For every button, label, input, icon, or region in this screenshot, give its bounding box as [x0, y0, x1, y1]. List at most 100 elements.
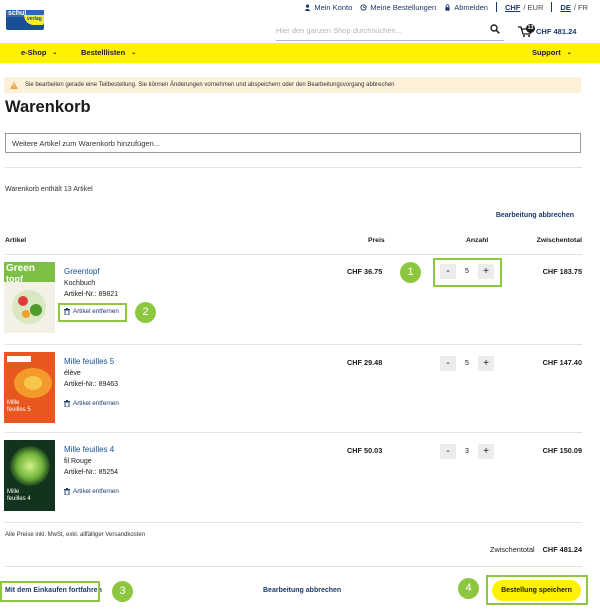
cover-title: Mille: [7, 489, 20, 495]
item-subtotal: CHF 150.09: [542, 446, 582, 455]
trash-icon: [64, 400, 70, 407]
menu-support[interactable]: Support ⌄: [532, 48, 572, 57]
item-price: CHF 29.48: [347, 358, 383, 367]
cover-subtitle: feuilles 4: [7, 496, 31, 502]
brand-logo-text: schul: [8, 10, 27, 17]
callout-marker-1: 1: [400, 262, 421, 283]
column-header-article: Artikel: [5, 237, 27, 244]
item-subtotal: CHF 183.75: [542, 267, 582, 276]
grand-total-value: CHF 481.24: [542, 545, 582, 554]
product-subtitle: élève: [64, 370, 81, 377]
currency-switch[interactable]: CHF / EUR: [505, 3, 543, 12]
decrease-quantity-button[interactable]: -: [440, 444, 456, 459]
cover-subtitle: topf: [6, 274, 23, 284]
product-cover-mille-feuilles-5[interactable]: Mille feuilles 5: [4, 352, 55, 423]
column-header-quantity: Anzahl: [466, 237, 489, 244]
cancel-edit-link[interactable]: Bearbeitung abbrechen: [496, 212, 574, 219]
product-name-link[interactable]: Greentopf: [64, 267, 100, 276]
cart-count-badge: 13: [526, 24, 535, 33]
account-label: Mein Konto: [314, 2, 353, 12]
product-number: Artikel-Nr.: 85254: [64, 469, 119, 476]
top-navigation: Mein Konto Meine Bestellungen Abmelden C…: [304, 2, 588, 12]
quantity-value[interactable]: 3: [460, 448, 474, 455]
quantity-value[interactable]: 5: [460, 360, 474, 367]
edit-notice: Sie bearbeiten gerade eine Teilbestellun…: [4, 77, 581, 93]
divider: [5, 344, 582, 345]
product-number: Artikel-Nr.: 89821: [64, 291, 119, 298]
logout-link[interactable]: Abmelden: [444, 3, 488, 12]
brand-logo-subtext: verlag: [27, 16, 42, 22]
page-title: Warenkorb: [5, 98, 91, 116]
price-footnote: Alle Preise inkl. MwSt, exkl. allfällige…: [5, 532, 146, 538]
language-other[interactable]: / FR: [574, 3, 588, 12]
chevron-down-icon: ⌄: [566, 50, 572, 56]
divider: [5, 254, 582, 255]
column-header-subtotal: Zwischentotal: [536, 237, 582, 244]
orders-label: Meine Bestellungen: [370, 2, 437, 12]
cancel-edit-bottom-link[interactable]: Bearbeitung abbrechen: [263, 587, 341, 594]
search-icon[interactable]: [490, 24, 500, 34]
product-cover-mille-feuilles-4[interactable]: Mille feuilles 4: [4, 440, 55, 511]
cover-title: Mille: [7, 400, 20, 406]
product-number: Artikel-Nr.: 89463: [64, 381, 119, 388]
column-header-price: Preis: [368, 237, 385, 244]
cover-subtitle: feuilles 5: [7, 407, 31, 413]
divider: [5, 522, 582, 523]
divider: [5, 432, 582, 433]
remove-item-button[interactable]: Artikel entfernen: [64, 400, 119, 407]
account-link[interactable]: Mein Konto: [304, 3, 352, 12]
quantity-stepper: - 5 +: [440, 356, 494, 371]
add-article-field[interactable]: Weitere Artikel zum Warenkorb hinzufügen…: [5, 133, 581, 153]
divider: [5, 566, 582, 567]
menu-order-lists[interactable]: Bestelllisten ⌄: [81, 48, 136, 57]
brand-logo[interactable]: schul verlag: [6, 10, 44, 30]
increase-quantity-button[interactable]: +: [478, 356, 494, 371]
user-icon: [305, 3, 311, 11]
menu-support-label: Support: [532, 48, 561, 57]
product-cover-greentopf[interactable]: Green topf: [4, 262, 55, 333]
item-price: CHF 50.03: [347, 446, 383, 455]
language-switch[interactable]: DE / FR: [560, 3, 588, 12]
chevron-down-icon: ⌄: [52, 50, 58, 56]
remove-item-label: Artikel entfernen: [73, 400, 119, 407]
mini-cart[interactable]: 13 CHF 481.24: [518, 24, 577, 37]
lock-icon: [445, 3, 450, 11]
product-subtitle: Kochbuch: [64, 280, 96, 287]
language-active[interactable]: DE: [560, 3, 570, 12]
history-icon: [360, 3, 367, 11]
cover-title: Green: [6, 263, 35, 274]
currency-other[interactable]: / EUR: [523, 3, 543, 12]
logout-label: Abmelden: [454, 2, 488, 12]
callout-marker-4: 4: [458, 578, 479, 599]
trash-icon: [64, 488, 70, 495]
currency-active[interactable]: CHF: [505, 3, 520, 12]
product-name-link[interactable]: Mille feuilles 5: [64, 357, 114, 366]
item-subtotal: CHF 147.40: [542, 358, 582, 367]
remove-item-button[interactable]: Artikel entfernen: [64, 488, 119, 495]
cart-count-text: Warenkorb enthält 13 Artikel: [5, 186, 93, 193]
highlight-remove-box: [58, 303, 127, 322]
divider: [551, 2, 553, 12]
divider: [5, 167, 582, 168]
item-price: CHF 36.75: [347, 267, 383, 276]
grand-total: Zwischentotal CHF 481.24: [490, 545, 582, 554]
grand-total-label: Zwischentotal: [490, 545, 535, 554]
menu-eshop-label: e-Shop: [21, 48, 47, 57]
menu-order-lists-label: Bestelllisten: [81, 48, 126, 57]
divider: [495, 2, 497, 12]
search-bar: [276, 22, 504, 41]
cart-total: CHF 481.24: [536, 27, 577, 36]
warning-icon: [10, 81, 18, 89]
decrease-quantity-button[interactable]: -: [440, 356, 456, 371]
highlight-quantity-box: [433, 258, 502, 287]
product-name-link[interactable]: Mille feuilles 4: [64, 445, 114, 454]
search-input[interactable]: [276, 22, 476, 38]
edit-notice-text: Sie bearbeiten gerade eine Teilbestellun…: [25, 82, 395, 88]
orders-link[interactable]: Meine Bestellungen: [360, 3, 436, 12]
highlight-save-box: [486, 575, 588, 605]
menu-eshop[interactable]: e-Shop ⌄: [21, 48, 57, 57]
increase-quantity-button[interactable]: +: [478, 444, 494, 459]
remove-item-label: Artikel entfernen: [73, 488, 119, 495]
chevron-down-icon: ⌄: [131, 50, 137, 56]
quantity-stepper: - 3 +: [440, 444, 494, 459]
